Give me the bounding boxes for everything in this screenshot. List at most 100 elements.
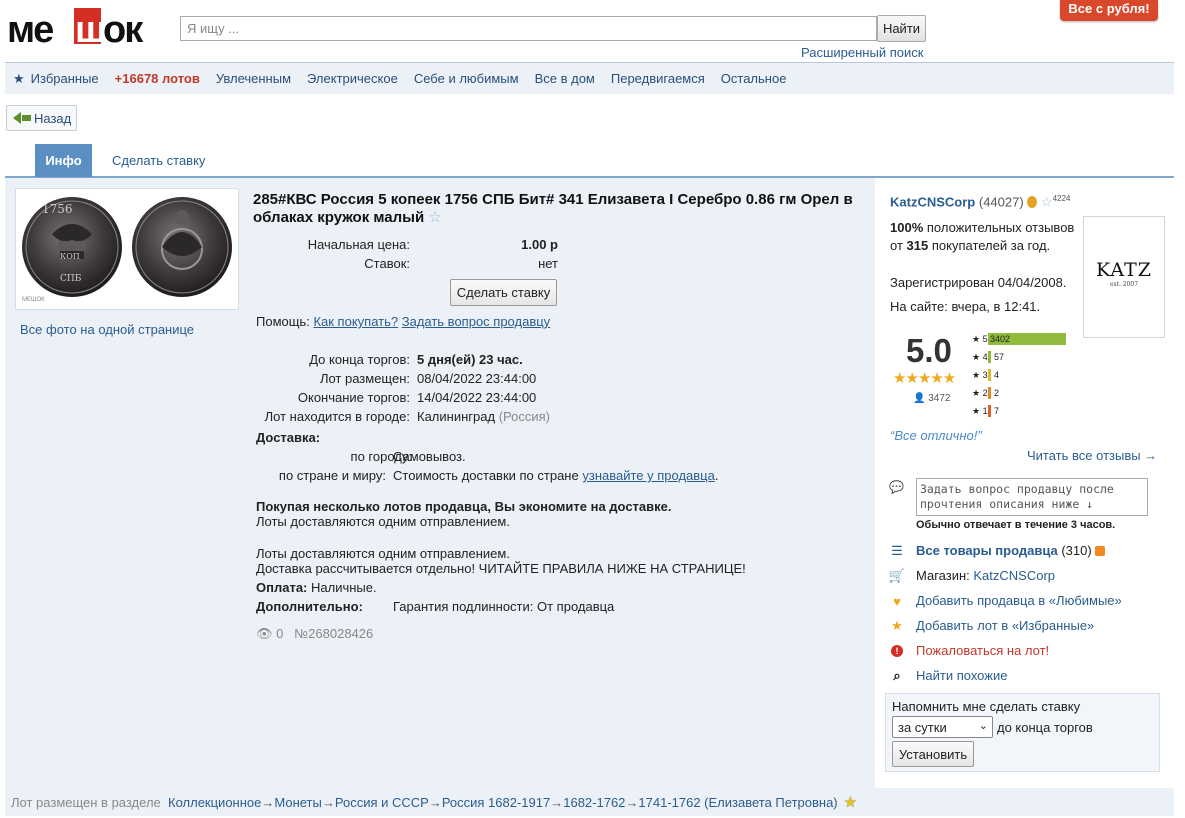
- bids-label: Ставок:: [364, 256, 410, 271]
- rating-bar-2: ★ 22: [972, 387, 1000, 399]
- city-delivery-label: по городу:: [350, 449, 412, 464]
- reminder-label: Напомнить мне сделать ставку: [892, 699, 1081, 714]
- all-photos-link[interactable]: Все фото на одной странице: [20, 322, 194, 337]
- crumb-collectibles[interactable]: Коллекционное: [168, 795, 261, 810]
- svg-text:СПБ: СПБ: [60, 274, 82, 284]
- crumb-russia-1682-1917[interactable]: Россия 1682-1917: [442, 795, 550, 810]
- nav-lots-count[interactable]: +16678 лотов: [115, 71, 200, 86]
- back-arrow-icon: [13, 112, 21, 124]
- complain-link[interactable]: Пожаловаться на лот!: [916, 643, 1049, 658]
- promo-badge[interactable]: Все с рубля!: [1060, 0, 1158, 21]
- chevron-down-icon: ⌄: [978, 720, 988, 732]
- rating-stars: ★★★★★: [893, 370, 956, 387]
- rating-bar-4: ★ 4 57: [972, 351, 1005, 363]
- top-nav: ★ Избранные +16678 лотов Увлеченным Элек…: [5, 62, 1174, 94]
- svg-text:ме: ме: [7, 9, 53, 50]
- seller-header: KatzCNSCorp (44027) ☆4224: [890, 194, 1071, 210]
- reminder-select[interactable]: за сутки ⌄: [892, 716, 993, 738]
- favorite-category-star-icon[interactable]: ★: [844, 793, 857, 811]
- find-similar-link[interactable]: Найти похожие: [916, 668, 1007, 683]
- nav-favorites[interactable]: Избранные: [31, 71, 99, 86]
- rating-score: 5.0: [906, 332, 952, 369]
- crumb-coins[interactable]: Монеты: [274, 795, 321, 810]
- reminder-suffix: до конца торгов: [997, 720, 1093, 735]
- star-icon: ★: [891, 618, 903, 633]
- seller-name-link[interactable]: KatzCNSCorp: [890, 194, 975, 209]
- end-value: 14/04/2022 23:44:00: [417, 390, 537, 405]
- make-bid-button[interactable]: Сделать ставку: [450, 279, 557, 306]
- star-outline-icon: ☆: [1040, 194, 1053, 210]
- seller-avatar[interactable]: KATZ est. 2007: [1083, 216, 1165, 338]
- ask-seller-delivery-link[interactable]: узнавайте у продавца: [582, 468, 715, 483]
- rating-bar-5: ★ 5 3402: [972, 330, 1066, 348]
- ask-seller-textarea[interactable]: [916, 478, 1148, 516]
- advanced-search-link[interactable]: Расширенный поиск: [801, 45, 923, 60]
- placed-label: Лот размещен:: [319, 371, 410, 386]
- nav-other[interactable]: Остальное: [721, 71, 787, 86]
- rating-bars[interactable]: ★ 5 3402 ★ 4 57 ★ 34 ★ 22 ★ 17: [972, 330, 1066, 420]
- note-line-2: Доставка рассчитывается отдельно! ЧИТАЙТ…: [256, 561, 746, 576]
- site-logo[interactable]: ме ш ок: [7, 4, 169, 51]
- payment-row: Оплата: Наличные.: [256, 580, 377, 595]
- crumb-elizabeth[interactable]: 1741-1762 (Елизавета Петровна): [638, 795, 837, 810]
- speech-bubble-icon: 💬: [889, 480, 904, 494]
- nav-self-and-loved[interactable]: Себе и любимым: [414, 71, 519, 86]
- nav-electrical[interactable]: Электрическое: [307, 71, 398, 86]
- tab-info[interactable]: Инфо: [35, 144, 92, 177]
- reviews-total: 👤 3472: [913, 393, 951, 404]
- star-icon: ★: [13, 70, 25, 86]
- favorite-star-icon[interactable]: ☆: [428, 209, 441, 226]
- note-line-1: Лоты доставляются одним отправлением.: [256, 546, 510, 561]
- lot-stats: 👁 0 №268028426: [256, 626, 374, 641]
- rating-bar-1: ★ 17: [972, 405, 1000, 417]
- ask-seller-link[interactable]: Задать вопрос продавцу: [402, 314, 550, 329]
- all-goods-link[interactable]: Все товары продавца: [916, 543, 1058, 558]
- add-seller-favorite-link[interactable]: Добавить продавца в «Любимые»: [916, 593, 1122, 608]
- extra-value: Гарантия подлинности: От продавца: [393, 599, 615, 614]
- back-button[interactable]: Назад: [6, 105, 77, 131]
- alert-icon: !: [889, 643, 905, 659]
- heart-icon: ♥: [893, 593, 901, 609]
- multi-lot-text: Лоты доставляются одним отправлением.: [256, 514, 510, 529]
- shop-link[interactable]: KatzCNSCorp: [973, 568, 1055, 583]
- rating-bar-3: ★ 34: [972, 369, 1000, 381]
- ends-in-value: 5 дня(ей) 23 час.: [417, 352, 523, 367]
- tab-make-bid[interactable]: Сделать ставку: [112, 153, 205, 168]
- world-delivery-label: по стране и миру:: [278, 468, 386, 483]
- nav-transport[interactable]: Передвигаемся: [611, 71, 705, 86]
- city-delivery-value: Самовывоз.: [393, 449, 466, 464]
- search-input[interactable]: [180, 16, 877, 41]
- seller-online: На сайте: вчера, в 12:41.: [890, 299, 1041, 314]
- reply-time: Обычно отвечает в течение 3 часов.: [916, 519, 1116, 531]
- set-reminder-button[interactable]: Установить: [892, 741, 974, 767]
- svg-text:КОП: КОП: [60, 252, 80, 261]
- crumb-1682-1762[interactable]: 1682-1762: [563, 795, 625, 810]
- ends-in-label: До конца торгов:: [309, 352, 410, 367]
- search-icon: ⌕: [893, 668, 901, 683]
- extra-label: Дополнительно:: [256, 599, 363, 614]
- svg-text:ок: ок: [103, 9, 144, 50]
- all-goods-row: Все товары продавца (310): [916, 543, 1106, 558]
- back-label: Назад: [34, 110, 72, 126]
- nav-enthusiasts[interactable]: Увлеченным: [216, 71, 291, 86]
- city-value: Калининград (Россия): [417, 409, 550, 424]
- shop-row: Магазин: KatzCNSCorp: [916, 568, 1056, 583]
- list-icon: ☰: [891, 543, 903, 558]
- add-lot-favorite-link[interactable]: Добавить лот в «Избранные»: [916, 618, 1094, 633]
- crumb-russia-ussr[interactable]: Россия и СССР: [335, 795, 429, 810]
- multi-lot-note: Покупая несколько лотов продавца, Вы эко…: [256, 499, 672, 514]
- start-price-value: 1.00 р: [521, 237, 558, 252]
- seller-feedback-summary: 100% положительных отзывов от 315 покупа…: [890, 220, 1075, 253]
- read-all-reviews-link[interactable]: Читать все отзывы →: [1027, 448, 1157, 463]
- how-to-buy-link[interactable]: Как покупать?: [313, 314, 398, 329]
- nav-home[interactable]: Все в дом: [535, 71, 595, 86]
- find-button[interactable]: Найти: [877, 15, 926, 42]
- lot-photo[interactable]: КОП СПБ 1756 МЕШОК: [15, 188, 239, 310]
- placed-value: 08/04/2022 23:44:00: [417, 371, 537, 386]
- review-quote[interactable]: “Все отлично!”: [890, 428, 982, 443]
- medal-icon: [1027, 196, 1038, 209]
- bids-value: нет: [538, 256, 558, 271]
- svg-text:1756: 1756: [42, 202, 73, 216]
- user-icon: 👤: [913, 393, 926, 404]
- rss-icon[interactable]: [1095, 546, 1106, 556]
